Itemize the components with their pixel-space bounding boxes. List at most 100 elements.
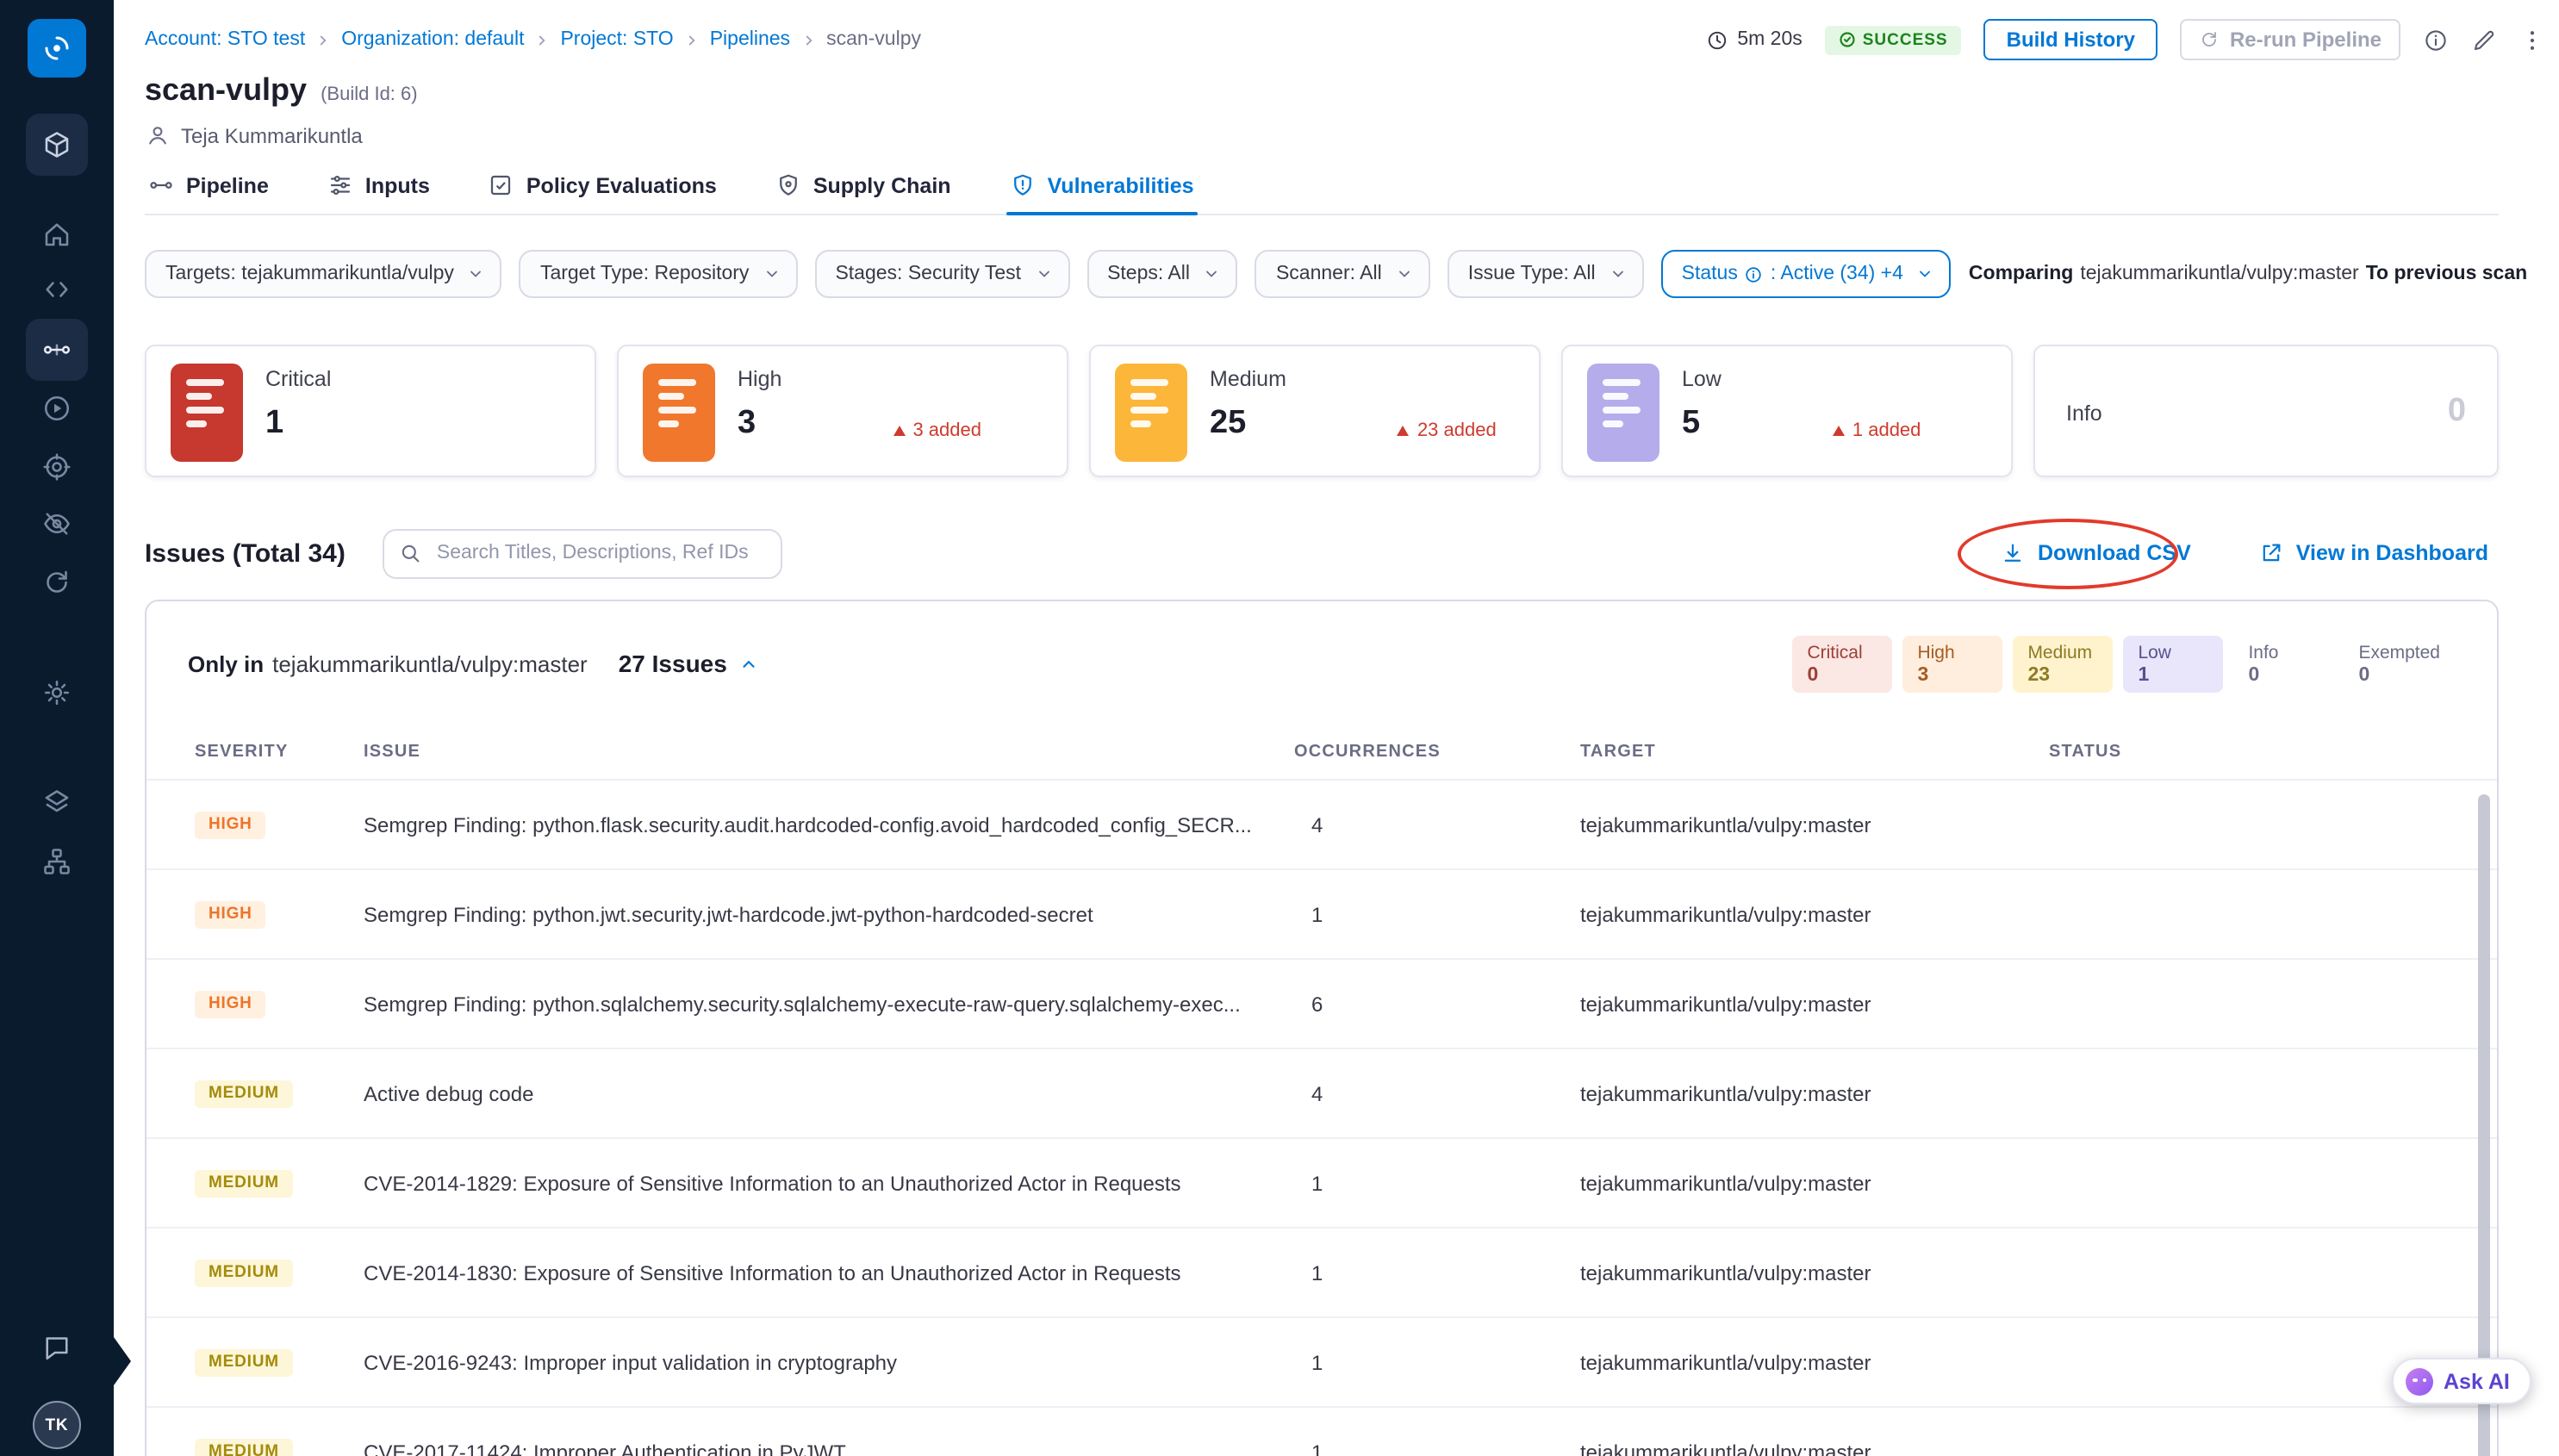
- comparing-info: Comparing tejakummarikuntla/vulpy:master…: [1969, 264, 2527, 284]
- chevron-right-icon: [800, 32, 816, 47]
- filter-bar: Targets: tejakummarikuntla/vulpy Target …: [145, 250, 2499, 298]
- sidebar-item-settings[interactable]: [0, 677, 114, 708]
- tab-inputs[interactable]: Inputs: [324, 172, 433, 214]
- target-type-filter[interactable]: Target Type: Repository: [520, 250, 798, 298]
- sidebar-item-hidden-scans[interactable]: [0, 508, 114, 539]
- table-row[interactable]: HIGH Semgrep Finding: python.jwt.securit…: [146, 870, 2497, 960]
- severity-card-critical: Critical 1: [145, 345, 596, 477]
- app-root: TK Account: STO test Organization: defau…: [0, 0, 2559, 1456]
- severity-badge: MEDIUM: [195, 1170, 293, 1198]
- table-row[interactable]: HIGH Semgrep Finding: python.flask.secur…: [146, 781, 2497, 870]
- table-row[interactable]: MEDIUM CVE-2017-11424: Improper Authenti…: [146, 1408, 2497, 1456]
- occurrences-value: 1: [1294, 1440, 1580, 1456]
- info-circle-icon: [2423, 27, 2449, 53]
- edit-button[interactable]: [2471, 27, 2497, 53]
- added-indicator: 3 added: [892, 420, 981, 441]
- breadcrumb-pipelines[interactable]: Pipelines: [710, 29, 790, 50]
- user-avatar[interactable]: TK: [0, 1401, 114, 1449]
- home-icon: [41, 219, 72, 250]
- occurrences-value: 4: [1294, 1081, 1580, 1105]
- table-scrollbar[interactable]: [2478, 794, 2490, 1456]
- issues-bar: Issues (Total 34) Download CSV View in D…: [145, 527, 2499, 579]
- rerun-pipeline-button[interactable]: Re-run Pipeline: [2180, 19, 2400, 60]
- steps-filter[interactable]: Steps: All: [1086, 250, 1238, 298]
- issue-title: Active debug code: [364, 1081, 1294, 1105]
- sidebar-item-home[interactable]: [0, 219, 114, 250]
- vulnerabilities-tab-icon: [1010, 172, 1036, 198]
- stages-filter[interactable]: Stages: Security Test: [814, 250, 1069, 298]
- chat-icon: [41, 1332, 72, 1363]
- main-content: Account: STO test Organization: default …: [114, 0, 2559, 1456]
- tab-supply-chain[interactable]: Supply Chain: [772, 172, 955, 214]
- table-header: SEVERITY ISSUE OCCURRENCES TARGET STATUS: [146, 725, 2497, 781]
- chevron-down-icon: [468, 265, 485, 283]
- severity-badge: MEDIUM: [195, 1439, 293, 1456]
- view-in-dashboard-button[interactable]: View in Dashboard: [2250, 539, 2499, 567]
- ask-ai-button[interactable]: Ask AI: [2392, 1358, 2532, 1404]
- targets-filter[interactable]: Targets: tejakummarikuntla/vulpy: [145, 250, 502, 298]
- sidebar-item-executions[interactable]: [0, 393, 114, 424]
- chevron-down-icon: [1917, 265, 1934, 283]
- sidebar-item-code[interactable]: [0, 274, 114, 305]
- sidebar-item-hierarchy[interactable]: [0, 846, 114, 877]
- play-circle-icon: [41, 393, 72, 424]
- occurrences-value: 6: [1294, 992, 1580, 1016]
- pipelines-icon: [41, 334, 72, 365]
- harness-logo[interactable]: [0, 19, 114, 78]
- breadcrumb-account[interactable]: Account: STO test: [145, 29, 305, 50]
- chip-exempted: Exempted0: [2343, 635, 2456, 692]
- policy-check-tab-icon: [489, 172, 514, 198]
- external-link-icon: [2260, 541, 2284, 565]
- build-history-button[interactable]: Build History: [1984, 19, 2157, 60]
- sidebar-item-feedback[interactable]: [0, 1332, 114, 1363]
- chevron-down-icon: [1035, 265, 1052, 283]
- critical-icon: [171, 364, 243, 462]
- more-options-button[interactable]: [2519, 27, 2545, 53]
- ai-assistant-icon: [2406, 1367, 2433, 1395]
- chevron-down-icon: [1609, 265, 1627, 283]
- table-row[interactable]: MEDIUM CVE-2014-1830: Exposure of Sensit…: [146, 1229, 2497, 1318]
- column-severity: SEVERITY: [195, 743, 364, 762]
- column-issue: ISSUE: [364, 743, 1294, 762]
- chip-info: Info0: [2232, 635, 2332, 692]
- severity-badge: HIGH: [195, 901, 266, 929]
- group-count-toggle[interactable]: 27 Issues: [619, 650, 758, 677]
- clock-icon: [1706, 28, 1728, 51]
- table-row[interactable]: MEDIUM CVE-2014-1829: Exposure of Sensit…: [146, 1139, 2497, 1229]
- sidebar-item-stacks[interactable]: [0, 787, 114, 818]
- tab-pipeline[interactable]: Pipeline: [145, 172, 272, 214]
- chevron-up-icon: [739, 654, 758, 673]
- issue-title: CVE-2014-1829: Exposure of Sensitive Inf…: [364, 1171, 1294, 1195]
- avatar-initials: TK: [33, 1401, 81, 1449]
- hierarchy-icon: [41, 846, 72, 877]
- table-row[interactable]: MEDIUM CVE-2016-9243: Improper input val…: [146, 1318, 2497, 1408]
- download-csv-button[interactable]: Download CSV: [1991, 539, 2201, 567]
- sidebar-item-module-switcher[interactable]: [0, 114, 114, 176]
- severity-card-info: Info 0: [2033, 345, 2499, 477]
- target-value: tejakummarikuntla/vulpy:master: [1580, 1260, 2049, 1285]
- info-button[interactable]: [2423, 27, 2449, 53]
- occurrences-value: 1: [1294, 1171, 1580, 1195]
- table-row[interactable]: MEDIUM Active debug code 4 tejakummariku…: [146, 1049, 2497, 1139]
- issue-title: CVE-2016-9243: Improper input validation…: [364, 1350, 1294, 1374]
- sidebar-item-rescan[interactable]: [0, 567, 114, 598]
- tab-vulnerabilities[interactable]: Vulnerabilities: [1006, 172, 1198, 214]
- issue-type-filter[interactable]: Issue Type: All: [1448, 250, 1644, 298]
- issue-title: Semgrep Finding: python.flask.security.a…: [364, 812, 1294, 837]
- column-occurrences: OCCURRENCES: [1294, 743, 1580, 762]
- tab-policy-evaluations[interactable]: Policy Evaluations: [485, 172, 720, 214]
- search-input[interactable]: [383, 528, 783, 578]
- chevron-right-icon: [684, 32, 700, 47]
- sidebar-item-targets[interactable]: [0, 451, 114, 482]
- severity-card-high: High 3 3 added: [617, 345, 1068, 477]
- chevron-down-icon: [1396, 265, 1413, 283]
- breadcrumb-organization[interactable]: Organization: default: [341, 29, 524, 50]
- status-filter[interactable]: Status : Active (34) +4: [1661, 250, 1952, 298]
- occurrences-value: 1: [1294, 1350, 1580, 1374]
- scanner-filter[interactable]: Scanner: All: [1255, 250, 1430, 298]
- sidebar: TK: [0, 0, 114, 1456]
- table-row[interactable]: HIGH Semgrep Finding: python.sqlalchemy.…: [146, 960, 2497, 1049]
- sidebar-item-pipelines-active[interactable]: [0, 319, 114, 381]
- rotate-icon: [41, 567, 72, 598]
- breadcrumb-project[interactable]: Project: STO: [560, 29, 673, 50]
